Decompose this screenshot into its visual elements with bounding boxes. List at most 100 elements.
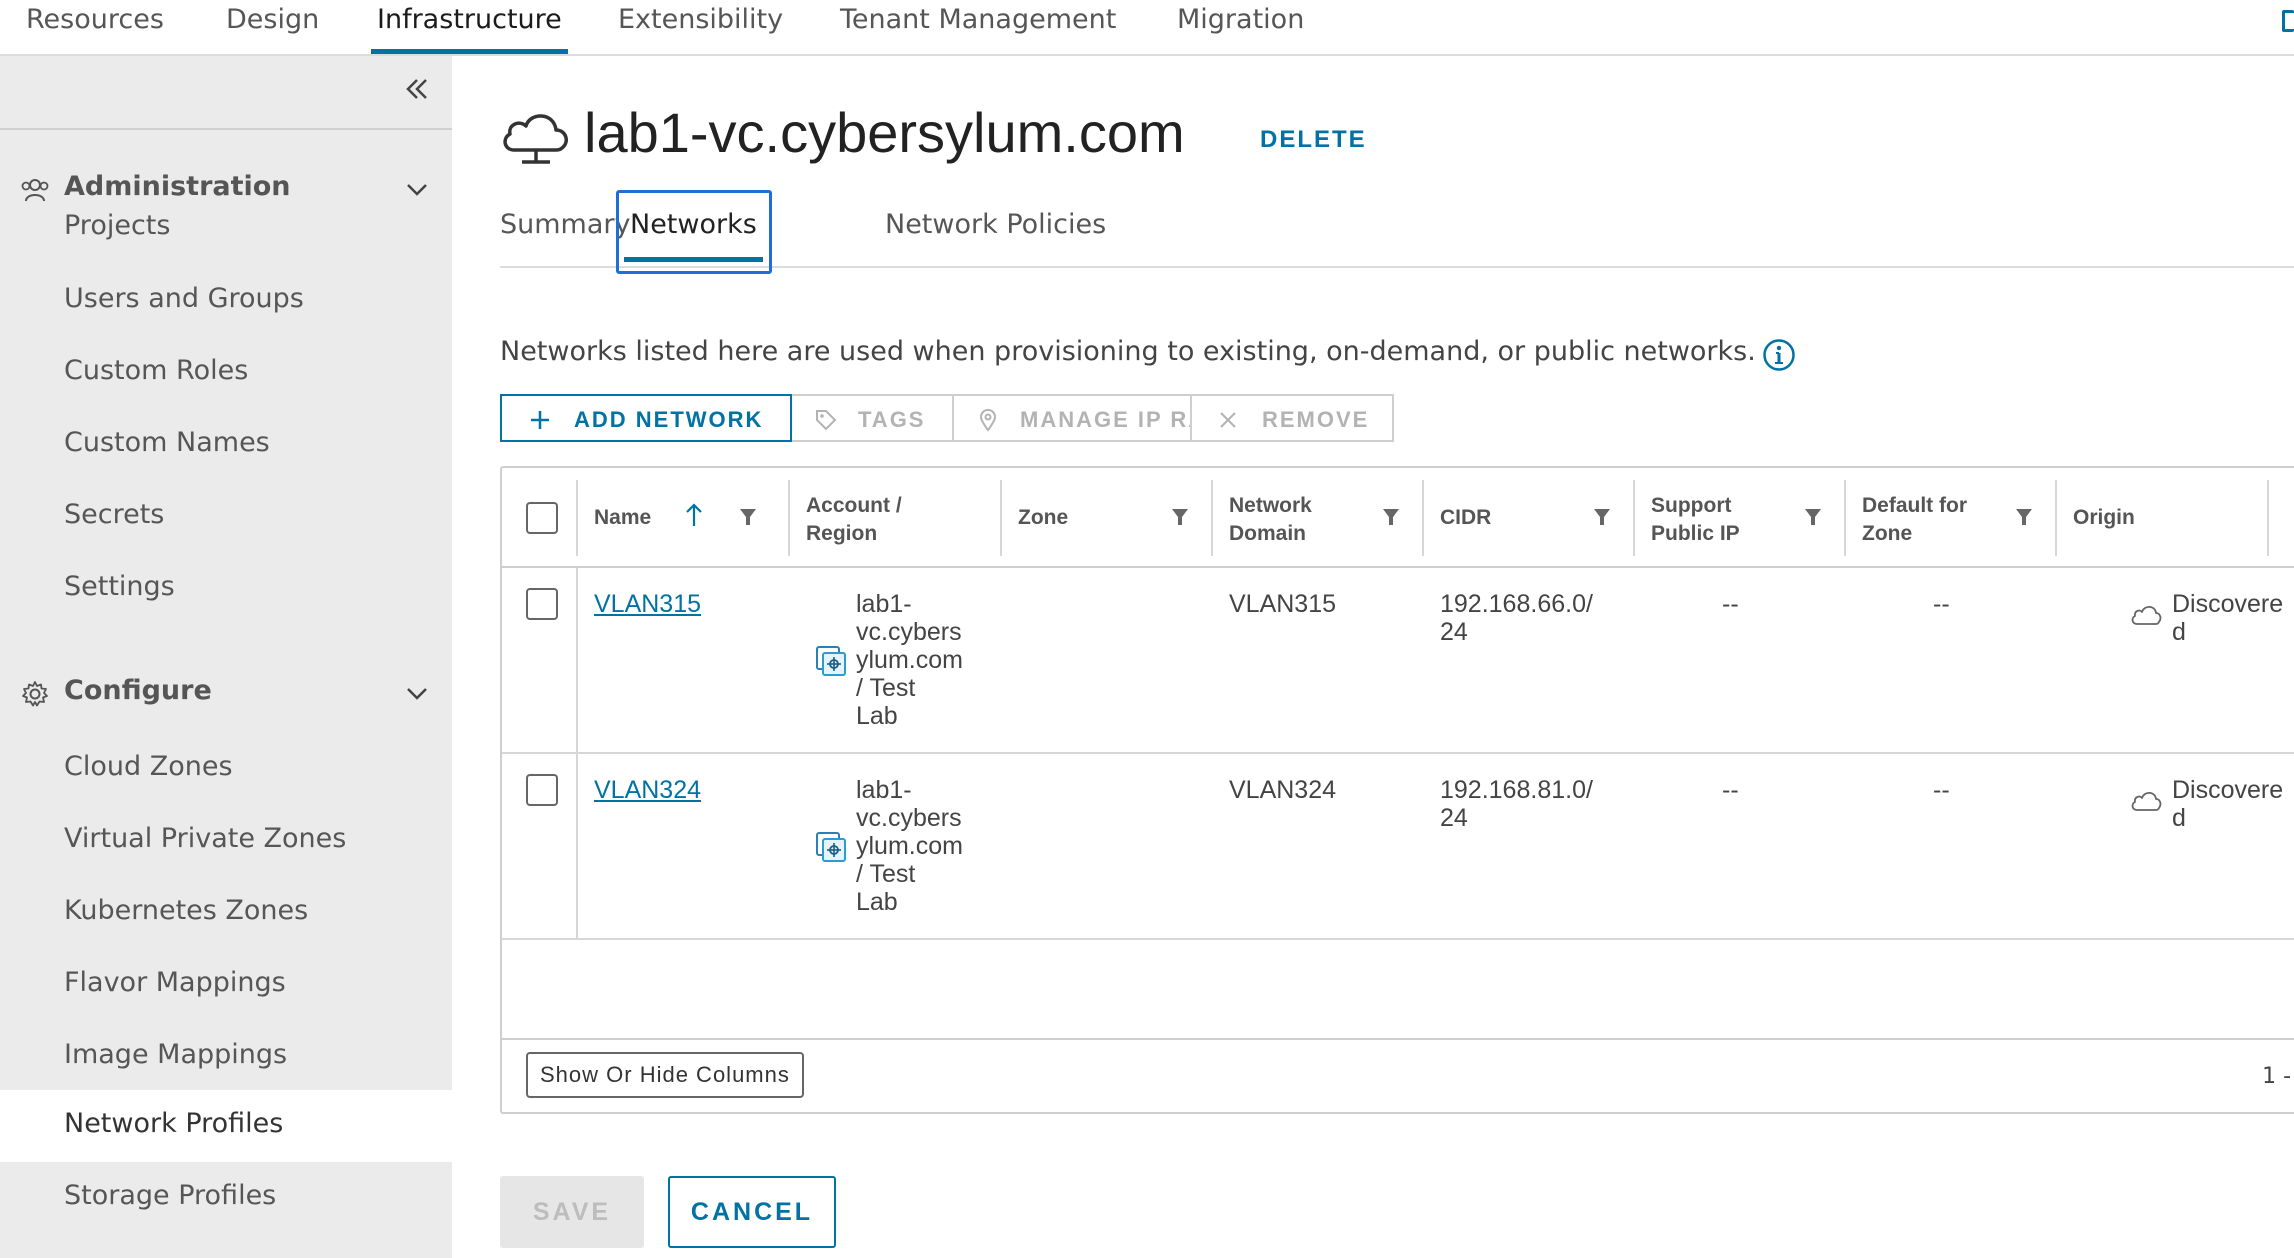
cidr-cell: 192.168.66.0/ 24 [1440,590,1593,646]
button-label: ADD NETWORK [574,407,764,432]
gear-icon [22,681,48,707]
cloud-icon [2131,605,2162,625]
tab-resources[interactable]: Resources [26,0,164,54]
account-line: vc.cybers [856,804,962,832]
tab-infrastructure[interactable]: Infrastructure [371,0,568,54]
info-icon[interactable] [1762,338,1796,372]
sidebar-item-cloud-zones[interactable]: Cloud Zones [0,733,452,805]
column-label: Zone [1018,506,1069,529]
account-line: / Test [856,860,916,888]
remove-button[interactable]: REMOVE [1190,394,1394,442]
sidebar-collapse-row [0,56,452,130]
sidebar-item-storage-profiles[interactable]: Storage Profiles [0,1162,452,1234]
link-text: VLAN324 [594,776,702,804]
cidr-cell: 192.168.81.0/ 24 [1440,776,1593,832]
main-content: lab1-vc.cybersylum.com DELETE Summary Ne… [452,56,2294,1258]
origin-cell: Discovere d [2172,776,2283,832]
sidebar-item-secrets[interactable]: Secrets [0,481,452,553]
column-header-cidr[interactable]: CIDR [1424,468,1635,568]
tab-networks[interactable]: Networks [616,190,772,274]
row-separator [576,754,578,938]
vcenter-account-icon [816,832,846,862]
column-header-name[interactable]: Name [578,468,790,568]
cidr-line: 192.168.81.0/ [1440,776,1593,804]
save-button[interactable]: SAVE [500,1176,644,1248]
sidebar-item-kubernetes-zones[interactable]: Kubernetes Zones [0,877,452,949]
sidebar-item-custom-names[interactable]: Custom Names [0,409,452,481]
select-all-column [502,468,578,568]
column-label: Name [594,506,652,529]
networks-description: Networks listed here are used when provi… [500,336,1756,367]
tab-extensibility[interactable]: Extensibility [618,0,783,54]
sidebar-item-label: Network Profiles [64,1108,284,1139]
column-label: Default for Zone [1862,494,1967,545]
sidebar-item-projects[interactable]: Projects [0,192,452,264]
tab-network-policies[interactable]: Network Policies [885,194,1106,268]
show-hide-columns-button[interactable]: Show Or Hide Columns [526,1052,804,1098]
account-line: ylum.com [856,832,963,860]
sidebar-item-label: Settings [64,571,175,602]
network-name-link[interactable]: VLAN315 [594,590,701,618]
filter-icon[interactable] [1170,506,1190,528]
add-network-button[interactable]: ADD NETWORK [500,394,792,442]
column-label: Origin [2073,506,2135,529]
sidebar-item-custom-roles[interactable]: Custom Roles [0,337,452,409]
sidebar-item-label: Cloud Zones [64,751,233,782]
filter-icon[interactable] [2014,506,2034,528]
filter-icon[interactable] [1381,506,1401,528]
sidebar-item-flavor-mappings[interactable]: Flavor Mappings [0,949,452,1021]
column-label: Support Public IP [1651,494,1740,545]
help-icon[interactable] [2282,10,2294,32]
tab-design[interactable]: Design [226,0,319,54]
account-line: Lab [856,702,898,730]
sidebar-item-settings[interactable]: Settings [0,553,452,625]
column-label: Network Domain [1229,494,1312,545]
filter-icon[interactable] [738,506,758,528]
sidebar-item-label: Storage Profiles [64,1180,277,1211]
sidebar-item-label: Custom Names [64,427,270,458]
tab-migration[interactable]: Migration [1177,0,1304,54]
column-separator [2267,480,2269,556]
row-checkbox[interactable] [526,588,558,620]
delete-button[interactable]: DELETE [1260,126,1367,154]
column-header-default-for-zone[interactable]: Default for Zone [1846,468,2057,568]
network-domain-cell: VLAN324 [1229,776,1337,804]
column-header-network-domain[interactable]: Network Domain [1213,468,1424,568]
select-all-checkbox[interactable] [526,502,558,534]
pagination-info: 1 - 2 [2262,1064,2294,1089]
network-name-link[interactable]: VLAN324 [594,776,701,804]
sidebar-item-label: Image Mappings [64,1039,288,1070]
account-region-cell: lab1- vc.cybers ylum.com / Test Lab [856,776,963,916]
table-row: VLAN324 lab1- vc.cybers ylum.com / Test … [502,754,2294,940]
sidebar-item-virtual-private-zones[interactable]: Virtual Private Zones [0,805,452,877]
sort-ascending-icon[interactable] [684,502,704,528]
cloud-icon [2131,791,2162,811]
datagrid-footer: Show Or Hide Columns 1 - 2 [502,1038,2294,1112]
tags-button[interactable]: TAGS [790,394,954,442]
filter-icon[interactable] [1803,506,1823,528]
row-checkbox[interactable] [526,774,558,806]
column-header-zone[interactable]: Zone [1002,468,1213,568]
column-header-origin[interactable]: Origin [2057,468,2269,568]
origin-line: Discovere [2172,590,2284,618]
cancel-button[interactable]: CANCEL [668,1176,836,1248]
sidebar-item-image-mappings[interactable]: Image Mappings [0,1021,452,1093]
manage-ip-ranges-button[interactable]: MANAGE IP RANGES [952,394,1275,442]
account-line: ylum.com [856,646,963,674]
sidebar-item-network-profiles[interactable]: Network Profiles [0,1090,452,1162]
cloud-icon [503,114,568,164]
column-header-support-public-ip[interactable]: Support Public IP [1635,468,1846,568]
sidebar-section-configure[interactable]: Configure [0,669,452,719]
close-icon [1220,412,1236,428]
row-separator [576,568,578,752]
sidebar-item-label: Virtual Private Zones [64,823,347,854]
datagrid-header: Name Account / Region Zone Network Domai… [502,468,2294,568]
sidebar-item-users-and-groups[interactable]: Users and Groups [0,265,452,337]
filter-icon[interactable] [1592,506,1612,528]
tab-summary[interactable]: Summary [500,194,630,268]
column-header-account-region[interactable]: Account / Region [790,468,1002,568]
double-chevron-left-icon[interactable] [404,76,430,102]
account-line: lab1- [856,590,912,618]
tab-tenant-management[interactable]: Tenant Management [840,0,1116,54]
cidr-line: 192.168.66.0/ [1440,590,1593,618]
